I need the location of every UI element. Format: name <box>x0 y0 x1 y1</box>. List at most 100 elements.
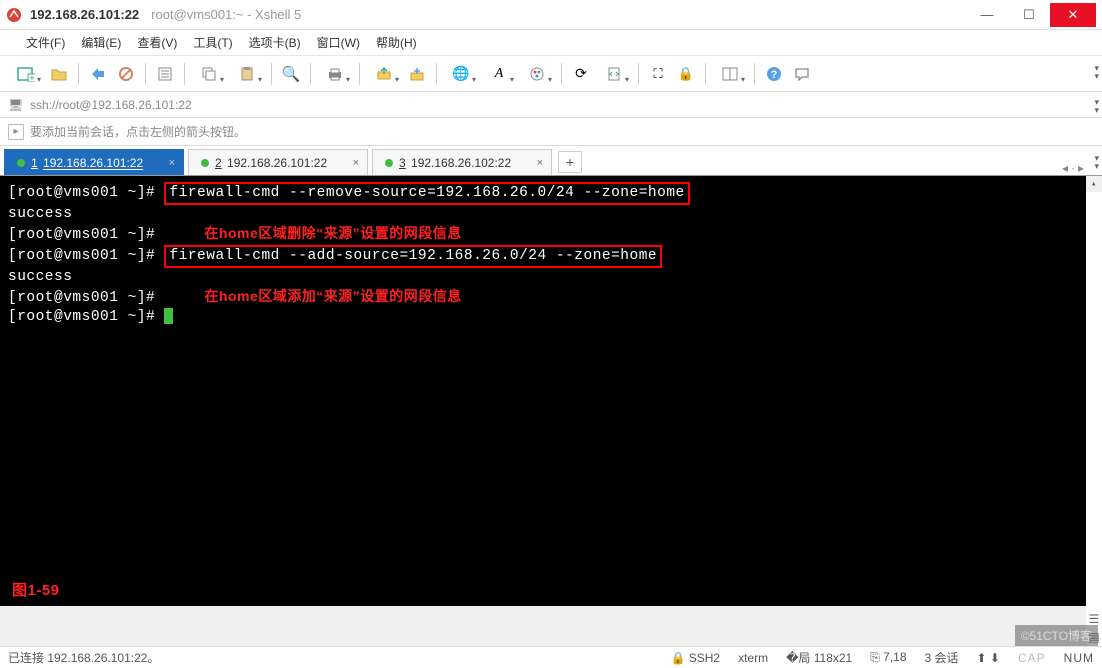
separator <box>184 63 185 85</box>
tab-bar: 1 192.168.26.101:22 × 2 192.168.26.101:2… <box>0 146 1102 176</box>
separator <box>754 63 755 85</box>
separator <box>638 63 639 85</box>
terminal-output: success <box>8 205 1094 224</box>
tab-number: 3 <box>399 156 406 170</box>
figure-label: 图1-59 <box>12 581 60 600</box>
properties-button[interactable] <box>152 61 178 87</box>
address-bar[interactable]: 🖥 ssh://root@192.168.26.101:22 ▾▾ <box>0 92 1102 118</box>
status-connection: 已连接 192.168.26.101:22。 <box>8 649 159 666</box>
color-scheme-button[interactable] <box>519 61 555 87</box>
window-title-sub: root@vms001:~ - Xshell 5 <box>151 7 301 22</box>
prompt: [root@vms001 ~]# <box>8 309 164 325</box>
find-button[interactable]: 🔍 <box>278 61 304 87</box>
tab-number: 1 <box>31 156 38 170</box>
reconnect-button[interactable] <box>85 61 111 87</box>
status-caps: CAP <box>1018 651 1046 665</box>
side-icon[interactable]: ☰ <box>1089 612 1100 626</box>
xftp-button[interactable] <box>404 61 430 87</box>
prompt: [root@vms001 ~]# <box>8 227 164 243</box>
copy-button[interactable] <box>191 61 227 87</box>
separator <box>271 63 272 85</box>
feedback-button[interactable] <box>789 61 815 87</box>
svg-text:?: ? <box>771 69 778 81</box>
status-num: NUM <box>1064 651 1094 665</box>
script-button[interactable] <box>596 61 632 87</box>
status-protocol: SSH2 <box>689 651 720 665</box>
menu-window[interactable]: 窗口(W) <box>311 31 366 54</box>
print-button[interactable] <box>317 61 353 87</box>
terminal-cursor <box>164 308 173 324</box>
connection-status-icon <box>385 159 393 167</box>
lock-button[interactable]: 🔒 <box>673 61 699 87</box>
hint-text: 要添加当前会话，点击左侧的箭头按钮。 <box>30 123 246 140</box>
window-controls: — ☐ ✕ <box>966 3 1096 27</box>
status-bar: 已连接 192.168.26.101:22。 🔒 SSH2 xterm �局 1… <box>0 646 1102 668</box>
new-tab-button[interactable]: + <box>558 151 582 173</box>
separator <box>359 63 360 85</box>
separator <box>78 63 79 85</box>
menu-edit[interactable]: 编辑(E) <box>75 31 127 54</box>
address-text: ssh://root@192.168.26.101:22 <box>30 98 192 112</box>
prompt: [root@vms001 ~]# <box>8 290 164 306</box>
highlighted-command-1: firewall-cmd --remove-source=192.168.26.… <box>164 182 689 205</box>
terminal-output: success <box>8 268 1094 287</box>
app-icon <box>6 7 22 23</box>
annotation-1: 在home区域删除“来源”设置的网段信息 <box>204 225 461 241</box>
lock-icon: 🖥 <box>8 98 24 112</box>
tab-overflow[interactable]: ▾▾ <box>1094 154 1099 170</box>
prompt: [root@vms001 ~]# <box>8 248 164 264</box>
tab-close-icon[interactable]: × <box>169 157 175 169</box>
title-bar: 192.168.26.101:22 root@vms001:~ - Xshell… <box>0 0 1102 30</box>
toolbar-overflow[interactable]: ▾▾ <box>1094 64 1099 80</box>
separator <box>436 63 437 85</box>
new-session-button[interactable]: + <box>8 61 44 87</box>
minimize-button[interactable]: — <box>966 3 1008 27</box>
hint-bar: ▸ 要添加当前会话，点击左侧的箭头按钮。 <box>0 118 1102 146</box>
refresh-button[interactable]: ⟳ <box>568 61 594 87</box>
close-button[interactable]: ✕ <box>1050 3 1096 27</box>
toolbar: + 🔍 🌐 A ⟳ ⛶ 🔒 ? ▾▾ <box>0 56 1102 92</box>
svg-text:+: + <box>29 73 34 82</box>
menu-tabs[interactable]: 选项卡(B) <box>243 31 307 54</box>
separator <box>145 63 146 85</box>
tab-label: 192.168.26.102:22 <box>411 156 511 170</box>
side-strip: ☰ ▤ <box>1086 192 1102 646</box>
menu-file[interactable]: 文件(F) <box>20 31 71 54</box>
status-position: 7,18 <box>883 650 906 664</box>
address-overflow[interactable]: ▾▾ <box>1094 98 1099 114</box>
encoding-button[interactable]: 🌐 <box>443 61 479 87</box>
tab-close-icon[interactable]: × <box>353 157 359 169</box>
prompt: [root@vms001 ~]# <box>8 185 164 201</box>
session-tab-3[interactable]: 3 192.168.26.102:22 × <box>372 149 552 175</box>
terminal[interactable]: [root@vms001 ~]# firewall-cmd --remove-s… <box>0 176 1102 606</box>
paste-button[interactable] <box>229 61 265 87</box>
status-lock-icon: 🔒 SSH2 <box>670 651 720 665</box>
tab-close-icon[interactable]: × <box>537 157 543 169</box>
highlighted-command-2: firewall-cmd --add-source=192.168.26.0/2… <box>164 245 662 268</box>
transfer-button[interactable] <box>366 61 402 87</box>
open-button[interactable] <box>46 61 72 87</box>
status-size: 118x21 <box>814 651 852 665</box>
watermark: ©51CTO博客 <box>1015 625 1098 646</box>
fullscreen-button[interactable]: ⛶ <box>645 61 671 87</box>
font-button[interactable]: A <box>481 61 517 87</box>
menu-bar: 文件(F) 编辑(E) 查看(V) 工具(T) 选项卡(B) 窗口(W) 帮助(… <box>0 30 1102 56</box>
add-session-icon[interactable]: ▸ <box>8 124 24 140</box>
layout-button[interactable] <box>712 61 748 87</box>
session-tab-2[interactable]: 2 192.168.26.101:22 × <box>188 149 368 175</box>
separator <box>705 63 706 85</box>
tab-nav-buttons[interactable]: ◂·▸ <box>1062 161 1084 175</box>
connection-status-icon <box>201 159 209 167</box>
help-button[interactable]: ? <box>761 61 787 87</box>
menu-tools[interactable]: 工具(T) <box>187 31 238 54</box>
disconnect-button[interactable] <box>113 61 139 87</box>
session-tab-1[interactable]: 1 192.168.26.101:22 × <box>4 149 184 175</box>
separator <box>310 63 311 85</box>
separator <box>561 63 562 85</box>
window-title-main: 192.168.26.101:22 <box>30 7 139 22</box>
maximize-button[interactable]: ☐ <box>1008 3 1050 27</box>
menu-view[interactable]: 查看(V) <box>131 31 183 54</box>
scroll-up-icon[interactable]: ▴ <box>1086 176 1102 192</box>
menu-help[interactable]: 帮助(H) <box>370 31 423 54</box>
status-sessions: 3 会话 <box>925 649 959 666</box>
